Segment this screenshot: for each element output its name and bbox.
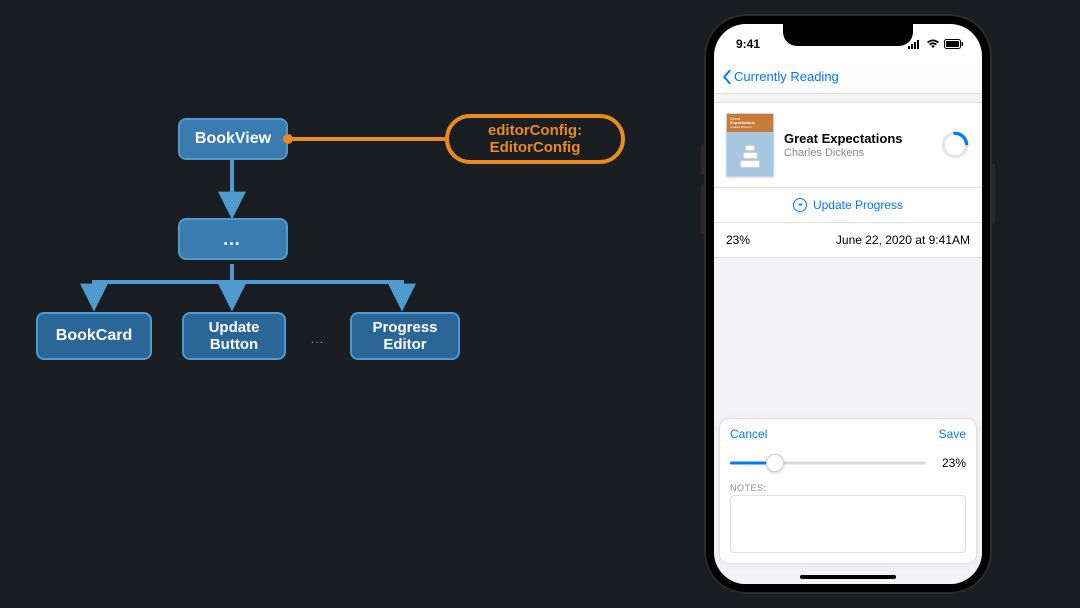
cover-author: Charles Dickens xyxy=(730,126,773,129)
notes-label: NOTES: xyxy=(730,483,966,493)
cover-art-icon xyxy=(739,140,761,168)
cancel-button[interactable]: Cancel xyxy=(730,427,767,441)
phone-notch xyxy=(783,24,913,46)
history-percent: 23% xyxy=(726,233,750,247)
notes-input[interactable] xyxy=(730,495,966,553)
binding-dot-icon xyxy=(283,134,293,144)
book-author: Charles Dickens xyxy=(784,147,930,159)
book-card-cell: Great Expectations Charles Dickens Great… xyxy=(714,102,982,188)
back-label: Currently Reading xyxy=(734,69,839,84)
update-progress-icon: •• xyxy=(793,198,807,212)
back-button[interactable]: Currently Reading xyxy=(720,69,839,85)
node-ellipsis: … xyxy=(178,218,288,260)
component-tree-diagram: BookView editorConfig: EditorConfig … Bo… xyxy=(0,0,640,400)
book-cover: Great Expectations Charles Dickens xyxy=(726,113,774,177)
update-progress-button[interactable]: •• Update Progress xyxy=(714,188,982,223)
wifi-icon xyxy=(926,39,940,49)
history-timestamp: June 22, 2020 at 9:41AM xyxy=(836,233,970,247)
node-bookview: BookView xyxy=(178,118,288,160)
book-title: Great Expectations xyxy=(784,131,930,146)
slider-value-label: 23% xyxy=(936,456,966,470)
node-bookcard: BookCard xyxy=(36,312,152,360)
save-button[interactable]: Save xyxy=(939,427,966,441)
phone-screen: 9:41 Currently Reading xyxy=(714,24,982,584)
content-area: Great Expectations Charles Dickens Great… xyxy=(714,94,982,584)
iphone-mockup: 9:41 Currently Reading xyxy=(704,14,992,594)
battery-icon xyxy=(944,39,964,49)
update-progress-label: Update Progress xyxy=(813,198,903,212)
progress-history-row[interactable]: 23% June 22, 2020 at 9:41AM xyxy=(714,223,982,258)
node-update-button: Update Button xyxy=(182,312,286,360)
progress-ring-icon xyxy=(940,130,970,160)
progress-slider[interactable] xyxy=(730,453,926,473)
home-indicator xyxy=(800,575,896,579)
chevron-left-icon xyxy=(720,69,734,85)
children-ellipsis: … xyxy=(310,330,326,346)
pill-editorconfig: editorConfig: EditorConfig xyxy=(445,114,625,164)
progress-editor-sheet: Cancel Save 23% NOTES: xyxy=(719,418,977,564)
nav-bar: Currently Reading xyxy=(714,60,982,94)
status-time: 9:41 xyxy=(736,37,760,51)
node-progress-editor: Progress Editor xyxy=(350,312,460,360)
